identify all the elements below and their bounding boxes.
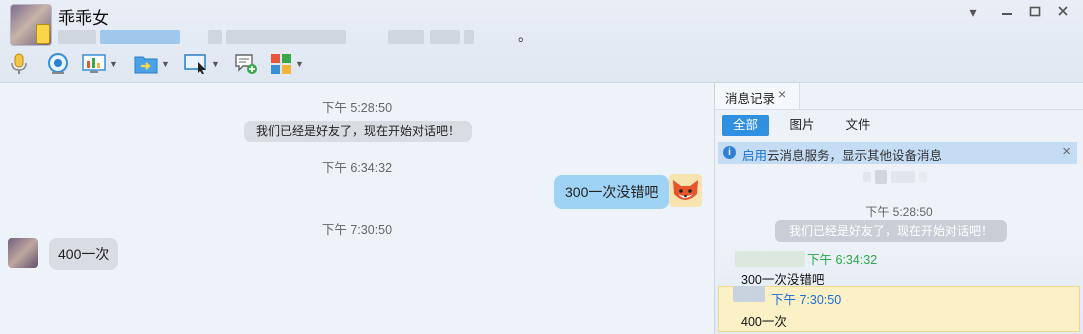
file-transfer-icon[interactable]: ▼	[134, 51, 170, 77]
chat-area[interactable]: 下午 5:28:50 我们已经是好友了，现在开始对话吧！ 下午 6:34:32 …	[0, 83, 714, 334]
microphone-icon[interactable]	[8, 51, 30, 77]
cloud-message-notice: i 启用云消息服务，显示其他设备消息 ×	[718, 142, 1077, 164]
contact-avatar-small[interactable]	[8, 238, 38, 268]
history-sender-time: 下午 6:34:32	[807, 253, 878, 267]
enable-cloud-link[interactable]: 启用	[742, 149, 767, 163]
remote-assist-icon[interactable]: ▼	[184, 51, 220, 77]
history-time: 下午 5:28:50	[865, 205, 933, 219]
close-notice-icon[interactable]: ×	[1062, 143, 1071, 160]
contact-nickname[interactable]: 乖乖女	[58, 4, 109, 29]
title-bar: 乖乖女 。 ▾ ▼ ▼ ▼ ▼	[0, 0, 1083, 83]
filter-all[interactable]: 全部	[722, 115, 769, 136]
dropdown-icon[interactable]: ▾	[963, 4, 983, 21]
history-tab-bar: 消息记录 ×	[715, 83, 1083, 110]
outgoing-message[interactable]: 300一次没错吧	[554, 175, 670, 209]
info-icon: i	[723, 146, 736, 159]
apps-grid-icon[interactable]: ▼	[270, 51, 304, 77]
tab-message-history[interactable]: 消息记录 ×	[715, 83, 800, 109]
filter-files[interactable]: 文件	[837, 115, 879, 136]
history-system-message: 我们已经是好友了，现在开始对话吧！	[775, 220, 1008, 242]
incoming-message[interactable]: 400一次	[49, 238, 119, 270]
message-time: 下午 7:30:50	[321, 223, 393, 237]
my-avatar[interactable]	[669, 174, 702, 207]
close-tab-icon[interactable]: ×	[778, 86, 786, 102]
add-chat-icon[interactable]	[234, 51, 258, 77]
minimize-icon[interactable]	[997, 4, 1017, 20]
maximize-icon[interactable]	[1025, 4, 1045, 20]
history-sender-time: 下午 7:30:50	[771, 293, 842, 307]
message-time: 下午 5:28:50	[321, 101, 393, 115]
message-time: 下午 6:34:32	[321, 161, 393, 175]
screen-share-icon[interactable]: ▼	[82, 51, 118, 77]
close-icon[interactable]	[1053, 4, 1073, 20]
mobile-online-icon	[36, 24, 50, 44]
contact-signature: 。	[58, 28, 532, 44]
filter-images[interactable]: 图片	[781, 115, 823, 136]
system-message: 我们已经是好友了，现在开始对话吧！	[244, 121, 473, 142]
history-message-text: 400一次	[741, 315, 787, 329]
history-panel: 消息记录 × 全部 图片 文件 i 启用云消息服务，显示其他设备消息 × 下午 …	[715, 83, 1083, 334]
camera-icon[interactable]	[46, 51, 70, 77]
